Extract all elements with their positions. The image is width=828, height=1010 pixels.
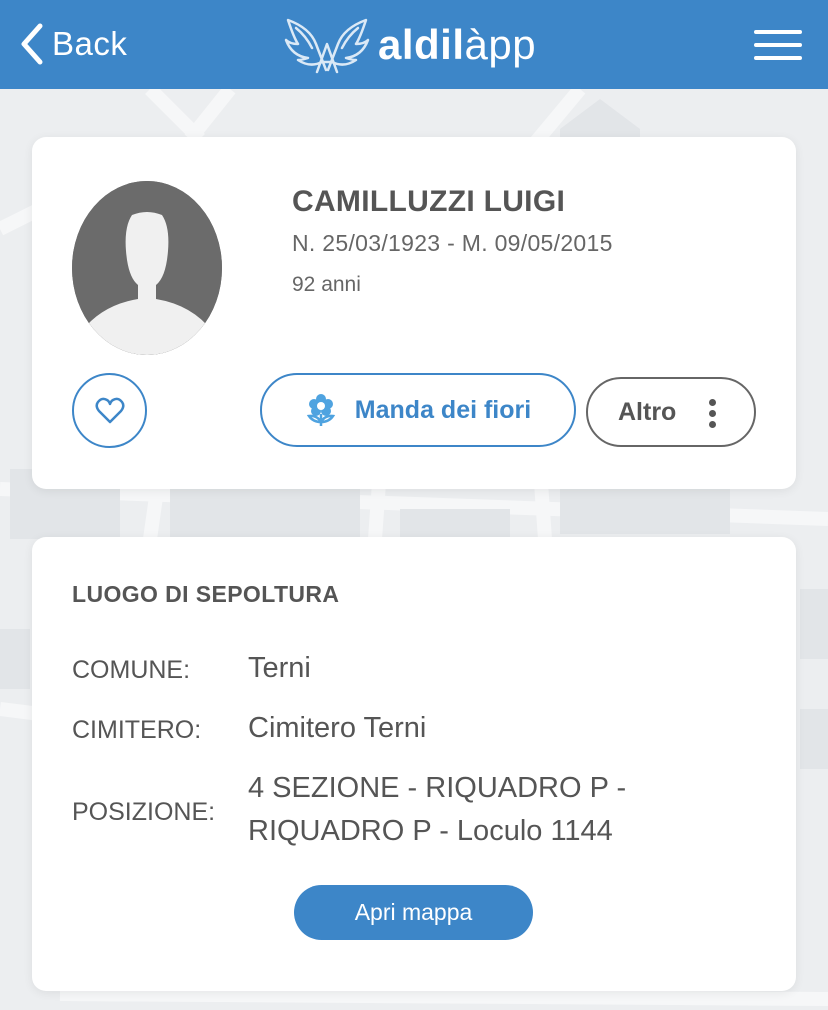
more-options-label: Altro [618,398,677,426]
flower-icon [306,394,335,426]
section-title: LUOGO DI SEPOLTURA [72,581,340,607]
menu-line [754,43,802,47]
top-navigation-bar: Back aldilàpp [0,0,828,89]
hamburger-menu-icon[interactable] [754,30,802,60]
angel-wings-logo-icon [284,18,370,74]
app-logo: aldilàpp [282,12,536,78]
send-flowers-label: Manda dei fiori [354,395,532,424]
open-map-button[interactable]: Apri mappa [294,885,533,940]
vertical-dots-icon [709,399,717,429]
favorite-button[interactable] [72,373,147,448]
menu-line [754,30,802,34]
posizione-label: POSIZIONE: [72,798,216,826]
back-button[interactable]: Back [18,22,127,66]
avatar [72,181,222,355]
burial-place-card: LUOGO DI SEPOLTURA COMUNE: Terni CIMITER… [32,537,796,991]
chevron-left-icon [21,23,43,65]
logo-text-bold: aldil [378,21,465,68]
open-map-label: Apri mappa [354,899,473,925]
back-label: Back [52,25,128,62]
profile-card: CAMILLUZZI LUIGI N. 25/03/1923 - M. 09/0… [32,137,796,489]
logo-text-light: àpp [464,21,537,68]
cimitero-label: CIMITERO: [72,716,202,744]
send-flowers-button[interactable]: Manda dei fiori [260,373,576,447]
cimitero-value: Cimitero Terni [248,712,427,744]
birth-death-dates: N. 25/03/1923 - M. 09/05/2015 [292,230,613,256]
heart-icon [94,397,125,423]
posizione-value-line2: RIQUADRO P - Loculo 1144 [248,815,613,847]
comune-value: Terni [248,652,311,684]
menu-line [754,56,802,60]
default-person-avatar-icon [72,181,222,355]
deceased-name: CAMILLUZZI LUIGI [292,185,566,218]
more-options-button[interactable]: Altro [586,377,756,447]
comune-label: COMUNE: [72,656,191,684]
posizione-value-line1: 4 SEZIONE - RIQUADRO P - [248,772,627,804]
logo-text: aldilàpp [378,21,536,69]
age-text: 92 anni [292,273,361,296]
